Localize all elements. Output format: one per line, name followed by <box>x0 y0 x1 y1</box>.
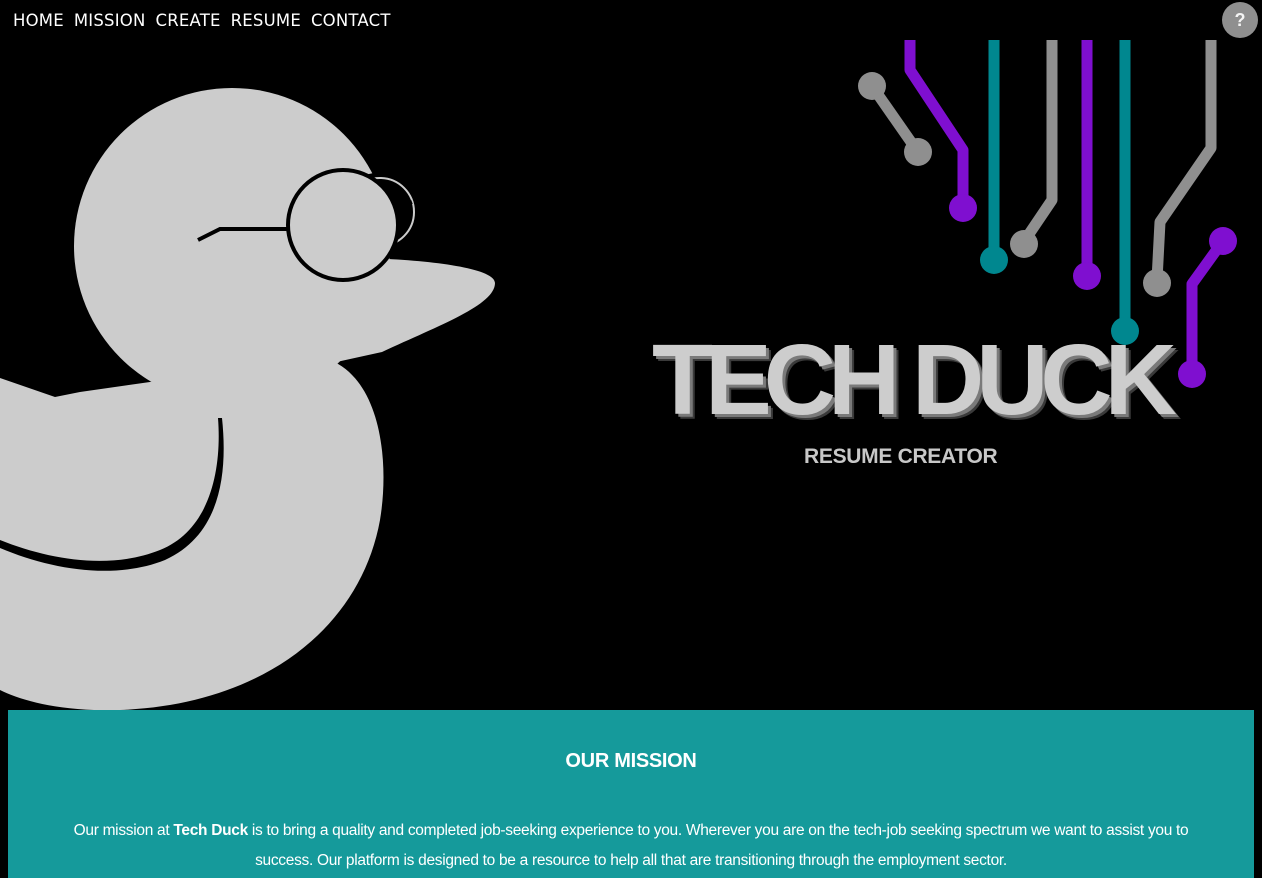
nav-create-link[interactable]: CREATE <box>156 10 221 32</box>
mission-text: Our mission at Tech Duck is to bring a q… <box>48 816 1214 876</box>
mission-text-intro: Our mission at <box>73 822 174 839</box>
mission-heading: OUR MISSION <box>565 750 697 772</box>
nav-mission-link[interactable]: MISSION <box>74 10 146 32</box>
mission-text-body: is to bring a quality and completed job-… <box>247 822 1189 869</box>
help-button[interactable]: ? <box>1222 2 1258 38</box>
page: HOME MISSION CREATE RESUME CONTACT ? TEC… <box>0 0 1262 878</box>
main-nav: HOME MISSION CREATE RESUME CONTACT <box>13 10 391 32</box>
nav-home-link[interactable]: HOME <box>13 10 64 32</box>
duck-mascot-icon <box>0 88 495 710</box>
brand-subtitle: RESUME CREATOR <box>804 445 998 468</box>
nav-resume-link[interactable]: RESUME <box>231 10 301 32</box>
mission-section: OUR MISSION Our mission at Tech Duck is … <box>8 710 1254 878</box>
brand-title: TECH DUCK <box>652 324 1177 436</box>
mission-brand-name: Tech Duck <box>173 822 248 839</box>
nav-contact-link[interactable]: CONTACT <box>311 10 391 32</box>
